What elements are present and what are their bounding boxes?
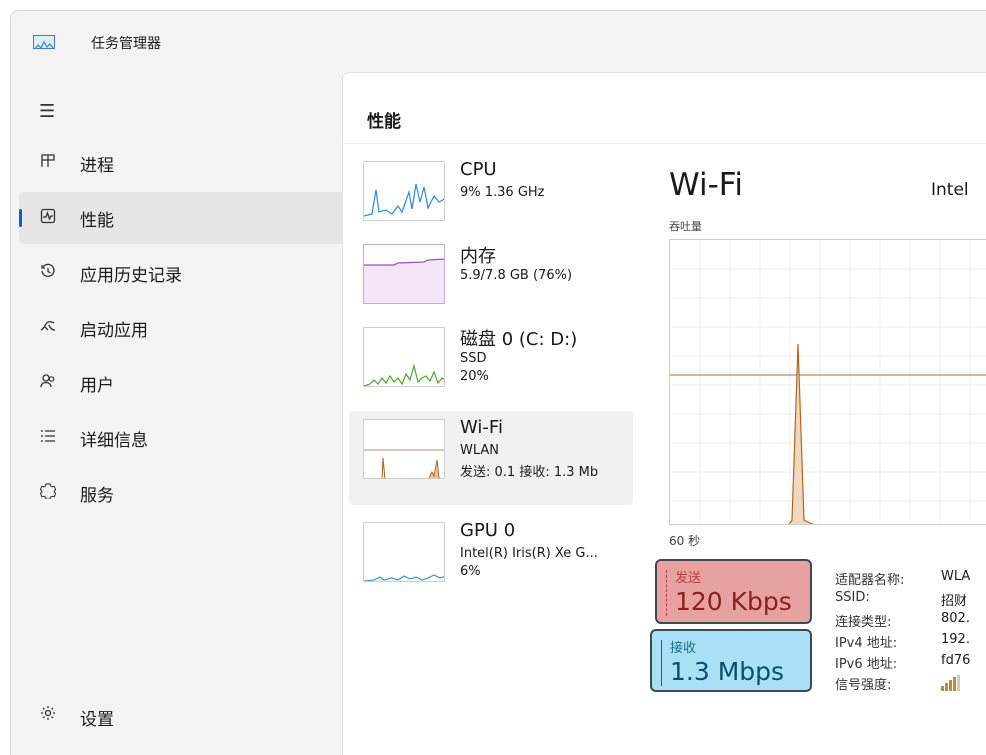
sidebar-item-label: 详细信息 [80,430,148,451]
send-stat: 发送 120 Kbps [655,559,812,624]
gear-icon [37,705,59,725]
sidebar-item-label: 性能 [80,210,114,231]
sidebar-item-services[interactable]: 服务 [19,467,345,519]
device-memory[interactable]: 内存 5.9/7.8 GB (76%) [349,236,633,330]
sidebar-item-label: 用户 [80,375,114,396]
throughput-graph [669,239,986,525]
sidebar-item-details[interactable]: 详细信息 [19,412,345,464]
device-disk[interactable]: 磁盘 0 (C: D:) SSD 20% [349,319,633,413]
property-key: IPv4 地址: [835,636,898,651]
disk-thumbnail-graph [363,327,445,387]
receive-stat: 接收 1.3 Mbps [650,629,812,692]
main-panel: 性能 CPU 9% 1.36 GHz 内存 5.9/7.8 GB (76%) 磁… [342,72,986,755]
sidebar-item-users[interactable]: 用户 [19,357,345,409]
users-icon [37,373,59,393]
memory-thumbnail-graph [363,244,445,304]
sidebar-item-startup[interactable]: 启动应用 [19,302,345,354]
sidebar-nav: 进程 性能 应用历史记录 启动应用 用户 详细信息 服务 [19,137,345,522]
settings-label: 设置 [80,710,114,730]
device-name: GPU 0 [460,520,516,541]
device-name: 内存 [460,246,496,267]
receive-value: 1.3 Mbps [670,657,785,686]
hamburger-icon[interactable]: ☰ [39,101,55,122]
device-info: 9% 1.36 GHz [460,185,545,200]
property-key: SSID: [835,590,870,605]
property-key: 信号强度: [835,678,892,693]
sidebar-item-performance[interactable]: 性能 [19,192,345,244]
task-manager-window: 任务管理器 ☰ 进程 性能 应用历史记录 启动应用 用户 详细信息 服务 设置 … [10,10,986,755]
startup-icon [37,318,59,338]
send-value: 120 Kbps [675,587,792,616]
property-row: IPv4 地址: 192. [835,630,986,651]
sidebar-item-processes[interactable]: 进程 [19,137,345,189]
device-info: Intel(R) Iris(R) Xe G... [460,546,598,561]
property-value: 192. [941,632,970,647]
device-info: WLAN [460,443,500,458]
device-name: Wi-Fi [460,417,503,438]
sidebar-item-label: 进程 [80,155,114,176]
device-info: SSD [460,351,487,366]
adapter-name: Intel [931,180,969,200]
performance-icon [37,208,59,228]
device-info: 6% [460,564,481,579]
gpu-thumbnail-graph [363,522,445,582]
processes-icon [37,153,59,173]
property-row: 适配器名称: WLA [835,567,986,588]
property-row: 连接类型: 802. [835,609,986,630]
device-cpu[interactable]: CPU 9% 1.36 GHz [349,153,633,247]
device-wifi[interactable]: Wi-Fi WLAN 发送: 0.1 接收: 1.3 Mb [349,411,633,505]
graph-label: 吞吐量 [669,220,702,233]
property-row: 信号强度: [835,672,986,693]
device-name: 磁盘 0 (C: D:) [460,329,578,350]
sidebar-item-label: 启动应用 [80,320,148,341]
app-title: 任务管理器 [91,36,161,52]
device-gpu[interactable]: GPU 0 Intel(R) Iris(R) Xe G... 6% [349,514,633,608]
page-title: 性能 [367,112,401,132]
services-icon [37,483,59,503]
cpu-thumbnail-graph [363,161,445,221]
header-divider [343,143,986,144]
property-row: SSID: 招财 [835,588,986,609]
details-icon [37,428,59,448]
signal-strength-icon [941,675,961,691]
sidebar-item-settings[interactable]: 设置 [19,695,345,739]
sidebar-item-label: 应用历史记录 [80,265,182,286]
detail-title: Wi-Fi [669,167,743,203]
time-label: 60 秒 [669,534,701,548]
history-icon [37,263,59,283]
receive-divider [661,640,662,686]
chart-icon [33,35,55,50]
sidebar-item-label: 服务 [80,485,114,506]
device-info: 20% [460,369,489,384]
device-info: 5.9/7.8 GB (76%) [460,268,573,283]
adapter-properties: 适配器名称: WLA SSID: 招财 连接类型: 802. IPv4 地址: 192.… [835,567,986,693]
property-row: IPv6 地址: fd76 [835,651,986,672]
property-key: 适配器名称: [835,573,905,588]
title-bar[interactable]: 任务管理器 [11,11,986,71]
property-key: IPv6 地址: [835,657,898,672]
wifi-thumbnail-graph [363,419,445,479]
receive-label: 接收 [670,641,697,656]
send-label: 发送 [675,571,702,586]
property-value: WLA [941,569,971,584]
device-name: CPU [460,159,497,180]
property-value: 802. [941,611,970,626]
property-value: fd76 [941,653,971,668]
active-indicator [19,209,22,227]
sidebar-item-app-history[interactable]: 应用历史记录 [19,247,345,299]
device-info: 发送: 0.1 接收: 1.3 Mb [460,465,599,480]
property-value: 招财 [941,594,968,609]
send-divider [666,570,667,616]
property-key: 连接类型: [835,615,892,630]
